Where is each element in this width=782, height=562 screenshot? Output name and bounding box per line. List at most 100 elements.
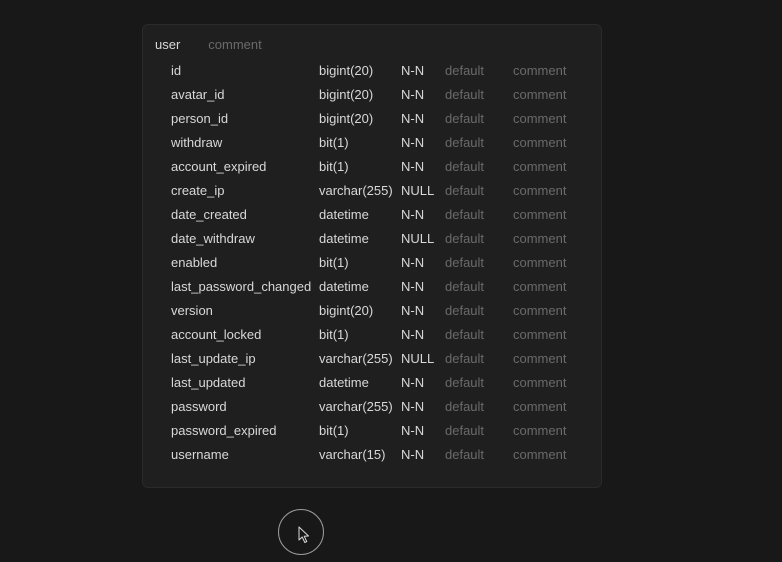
column-row[interactable]: date_createddatetimeN-Ndefaultcomment <box>143 202 601 226</box>
column-comment[interactable]: comment <box>513 303 579 318</box>
column-name[interactable]: password <box>171 399 319 414</box>
column-nullability[interactable]: N-N <box>401 423 445 438</box>
column-nullability[interactable]: NULL <box>401 183 445 198</box>
column-name[interactable]: last_update_ip <box>171 351 319 366</box>
column-nullability[interactable]: NULL <box>401 351 445 366</box>
column-comment[interactable]: comment <box>513 87 579 102</box>
column-name[interactable]: last_password_changed <box>171 279 319 294</box>
column-nullability[interactable]: N-N <box>401 279 445 294</box>
column-name[interactable]: id <box>171 63 319 78</box>
column-name[interactable]: password_expired <box>171 423 319 438</box>
column-nullability[interactable]: N-N <box>401 159 445 174</box>
column-name[interactable]: enabled <box>171 255 319 270</box>
column-type[interactable]: datetime <box>319 375 401 390</box>
column-name[interactable]: username <box>171 447 319 462</box>
column-type[interactable]: bigint(20) <box>319 87 401 102</box>
column-name[interactable]: person_id <box>171 111 319 126</box>
column-type[interactable]: bit(1) <box>319 327 401 342</box>
column-comment[interactable]: comment <box>513 111 579 126</box>
column-type[interactable]: datetime <box>319 279 401 294</box>
column-default[interactable]: default <box>445 183 513 198</box>
column-type[interactable]: bit(1) <box>319 159 401 174</box>
column-row[interactable]: password_expiredbit(1)N-Ndefaultcomment <box>143 418 601 442</box>
column-type[interactable]: bit(1) <box>319 255 401 270</box>
column-comment[interactable]: comment <box>513 447 579 462</box>
column-comment[interactable]: comment <box>513 375 579 390</box>
table-name[interactable]: user <box>155 37 180 52</box>
column-nullability[interactable]: N-N <box>401 447 445 462</box>
column-row[interactable]: passwordvarchar(255)N-Ndefaultcomment <box>143 394 601 418</box>
column-row[interactable]: avatar_idbigint(20)N-Ndefaultcomment <box>143 82 601 106</box>
column-comment[interactable]: comment <box>513 351 579 366</box>
column-row[interactable]: enabledbit(1)N-Ndefaultcomment <box>143 250 601 274</box>
column-name[interactable]: version <box>171 303 319 318</box>
column-name[interactable]: create_ip <box>171 183 319 198</box>
column-comment[interactable]: comment <box>513 231 579 246</box>
column-row[interactable]: versionbigint(20)N-Ndefaultcomment <box>143 298 601 322</box>
column-comment[interactable]: comment <box>513 159 579 174</box>
column-name[interactable]: date_created <box>171 207 319 222</box>
column-default[interactable]: default <box>445 63 513 78</box>
column-name[interactable]: account_locked <box>171 327 319 342</box>
column-row[interactable]: withdrawbit(1)N-Ndefaultcomment <box>143 130 601 154</box>
column-default[interactable]: default <box>445 207 513 222</box>
column-type[interactable]: bit(1) <box>319 423 401 438</box>
table-panel[interactable]: user comment idbigint(20)N-Ndefaultcomme… <box>142 24 602 488</box>
column-nullability[interactable]: N-N <box>401 111 445 126</box>
column-comment[interactable]: comment <box>513 255 579 270</box>
column-default[interactable]: default <box>445 159 513 174</box>
column-default[interactable]: default <box>445 399 513 414</box>
column-type[interactable]: datetime <box>319 231 401 246</box>
column-nullability[interactable]: N-N <box>401 135 445 150</box>
column-default[interactable]: default <box>445 447 513 462</box>
column-default[interactable]: default <box>445 255 513 270</box>
column-default[interactable]: default <box>445 111 513 126</box>
column-comment[interactable]: comment <box>513 279 579 294</box>
table-comment[interactable]: comment <box>208 37 261 52</box>
column-row[interactable]: last_password_changeddatetimeN-Ndefaultc… <box>143 274 601 298</box>
column-comment[interactable]: comment <box>513 399 579 414</box>
column-default[interactable]: default <box>445 327 513 342</box>
column-default[interactable]: default <box>445 303 513 318</box>
column-type[interactable]: varchar(15) <box>319 447 401 462</box>
column-name[interactable]: date_withdraw <box>171 231 319 246</box>
column-comment[interactable]: comment <box>513 207 579 222</box>
column-default[interactable]: default <box>445 135 513 150</box>
column-row[interactable]: idbigint(20)N-Ndefaultcomment <box>143 58 601 82</box>
column-row[interactable]: last_updateddatetimeN-Ndefaultcomment <box>143 370 601 394</box>
column-row[interactable]: create_ipvarchar(255)NULLdefaultcomment <box>143 178 601 202</box>
column-type[interactable]: bit(1) <box>319 135 401 150</box>
column-default[interactable]: default <box>445 87 513 102</box>
column-name[interactable]: avatar_id <box>171 87 319 102</box>
column-default[interactable]: default <box>445 351 513 366</box>
column-nullability[interactable]: N-N <box>401 375 445 390</box>
column-default[interactable]: default <box>445 423 513 438</box>
column-type[interactable]: varchar(255) <box>319 183 401 198</box>
column-name[interactable]: account_expired <box>171 159 319 174</box>
column-comment[interactable]: comment <box>513 423 579 438</box>
column-row[interactable]: account_lockedbit(1)N-Ndefaultcomment <box>143 322 601 346</box>
column-nullability[interactable]: N-N <box>401 207 445 222</box>
column-type[interactable]: bigint(20) <box>319 111 401 126</box>
column-type[interactable]: varchar(255) <box>319 399 401 414</box>
column-row[interactable]: person_idbigint(20)N-Ndefaultcomment <box>143 106 601 130</box>
column-comment[interactable]: comment <box>513 327 579 342</box>
column-row[interactable]: date_withdrawdatetimeNULLdefaultcomment <box>143 226 601 250</box>
column-nullability[interactable]: N-N <box>401 303 445 318</box>
column-default[interactable]: default <box>445 279 513 294</box>
column-row[interactable]: usernamevarchar(15)N-Ndefaultcomment <box>143 442 601 466</box>
column-row[interactable]: account_expiredbit(1)N-Ndefaultcomment <box>143 154 601 178</box>
column-nullability[interactable]: N-N <box>401 255 445 270</box>
column-row[interactable]: last_update_ipvarchar(255)NULLdefaultcom… <box>143 346 601 370</box>
column-name[interactable]: withdraw <box>171 135 319 150</box>
column-nullability[interactable]: N-N <box>401 327 445 342</box>
column-default[interactable]: default <box>445 375 513 390</box>
column-nullability[interactable]: NULL <box>401 231 445 246</box>
column-type[interactable]: bigint(20) <box>319 63 401 78</box>
column-nullability[interactable]: N-N <box>401 63 445 78</box>
column-comment[interactable]: comment <box>513 63 579 78</box>
column-nullability[interactable]: N-N <box>401 87 445 102</box>
column-type[interactable]: varchar(255) <box>319 351 401 366</box>
column-nullability[interactable]: N-N <box>401 399 445 414</box>
column-type[interactable]: datetime <box>319 207 401 222</box>
